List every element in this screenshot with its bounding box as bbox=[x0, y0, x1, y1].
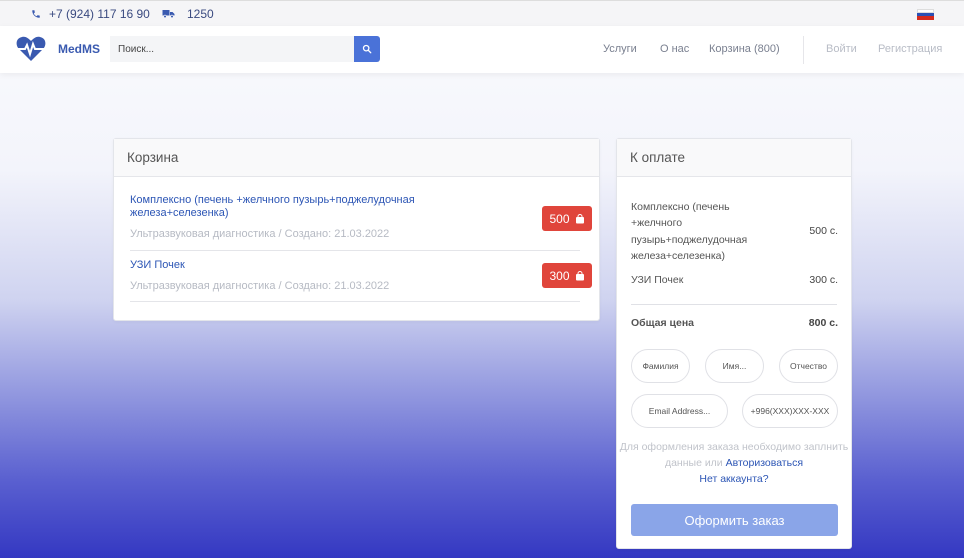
last-name-field[interactable] bbox=[631, 349, 690, 383]
nav-link-register[interactable]: Регистрация bbox=[878, 43, 942, 55]
cart-item-divider bbox=[130, 301, 580, 302]
truck-icon bbox=[162, 10, 175, 19]
shopping-bag-icon bbox=[575, 213, 584, 223]
payment-summary-card: К оплате Комплексно (печень +желчного пу… bbox=[616, 138, 852, 549]
search-button[interactable] bbox=[354, 36, 380, 62]
cart-card-header: Корзина bbox=[114, 139, 599, 177]
delivery-info: 1250 bbox=[162, 7, 214, 21]
cart-item-price-button[interactable]: 500 bbox=[542, 206, 592, 231]
summary-card-header: К оплате bbox=[617, 139, 851, 177]
summary-item-name: Комплексно (печень +желчного пузырь+подж… bbox=[631, 201, 748, 262]
place-order-label: Оформить заказ bbox=[684, 512, 785, 528]
price-value: 500 bbox=[549, 211, 570, 226]
flag-stripe-red bbox=[917, 16, 934, 20]
cart-card: Корзина Комплексно (печень +желчного пуз… bbox=[113, 138, 600, 321]
summary-item-price: 300 с. bbox=[809, 274, 838, 286]
phone-icon bbox=[32, 10, 40, 18]
nav-divider bbox=[803, 36, 804, 64]
summary-item-name: УЗИ Почек bbox=[631, 274, 684, 286]
summary-divider bbox=[631, 304, 837, 305]
login-prompt: Для оформления заказа необходимо заплнит… bbox=[617, 439, 851, 487]
email-field[interactable] bbox=[631, 394, 728, 428]
nav-link-about[interactable]: О нас bbox=[660, 43, 689, 55]
search-input[interactable] bbox=[110, 36, 354, 62]
nav-link-cart[interactable]: Корзина (800) bbox=[709, 43, 780, 55]
main-navbar: MedMS Услуги О нас Корзина (800) Войти Р… bbox=[0, 26, 964, 73]
patronymic-field[interactable] bbox=[779, 349, 838, 383]
summary-item-price: 500 с. bbox=[809, 225, 838, 237]
search-bar bbox=[110, 36, 380, 62]
cart-item: Комплексно (печень +желчного пузырь+подж… bbox=[130, 194, 580, 240]
delivery-count: 1250 bbox=[187, 7, 214, 21]
heart-pulse-logo-icon[interactable] bbox=[16, 36, 46, 62]
cart-item-meta: Ультразвуковая диагностика / Создано: 21… bbox=[130, 228, 390, 240]
cart-item-meta: Ультразвуковая диагностика / Создано: 21… bbox=[130, 280, 390, 292]
search-icon bbox=[362, 44, 372, 54]
place-order-button[interactable]: Оформить заказ bbox=[631, 504, 838, 536]
phone-number: +7 (924) 117 16 90 bbox=[49, 7, 150, 21]
no-account-link[interactable]: Нет аккаунта? bbox=[699, 473, 768, 485]
shopping-bag-icon bbox=[575, 270, 584, 280]
total-label: Общая цена bbox=[631, 317, 694, 329]
cart-item-title-link[interactable]: Комплексно (печень +желчного пузырь+подж… bbox=[130, 194, 430, 220]
cart-title: Корзина bbox=[127, 150, 179, 165]
top-info-bar: +7 (924) 117 16 90 1250 bbox=[0, 0, 964, 26]
first-name-field[interactable] bbox=[705, 349, 764, 383]
logo-text[interactable]: MedMS bbox=[58, 42, 100, 56]
cart-item: УЗИ Почек Ультразвуковая диагностика / С… bbox=[130, 259, 580, 292]
cart-item-price-button[interactable]: 300 bbox=[542, 263, 592, 288]
login-link[interactable]: Авторизоваться bbox=[726, 457, 803, 469]
phone-field[interactable] bbox=[742, 394, 838, 428]
nav-link-login[interactable]: Войти bbox=[826, 43, 857, 55]
total-value: 800 с. bbox=[808, 317, 838, 329]
cart-item-title-link[interactable]: УЗИ Почек bbox=[130, 259, 580, 272]
price-value: 300 bbox=[549, 268, 570, 283]
nav-link-services[interactable]: Услуги bbox=[603, 43, 637, 55]
language-flag-ru[interactable] bbox=[917, 9, 934, 20]
cart-item-divider bbox=[130, 250, 580, 251]
summary-title: К оплате bbox=[630, 150, 686, 165]
phone-contact[interactable]: +7 (924) 117 16 90 bbox=[31, 7, 150, 21]
